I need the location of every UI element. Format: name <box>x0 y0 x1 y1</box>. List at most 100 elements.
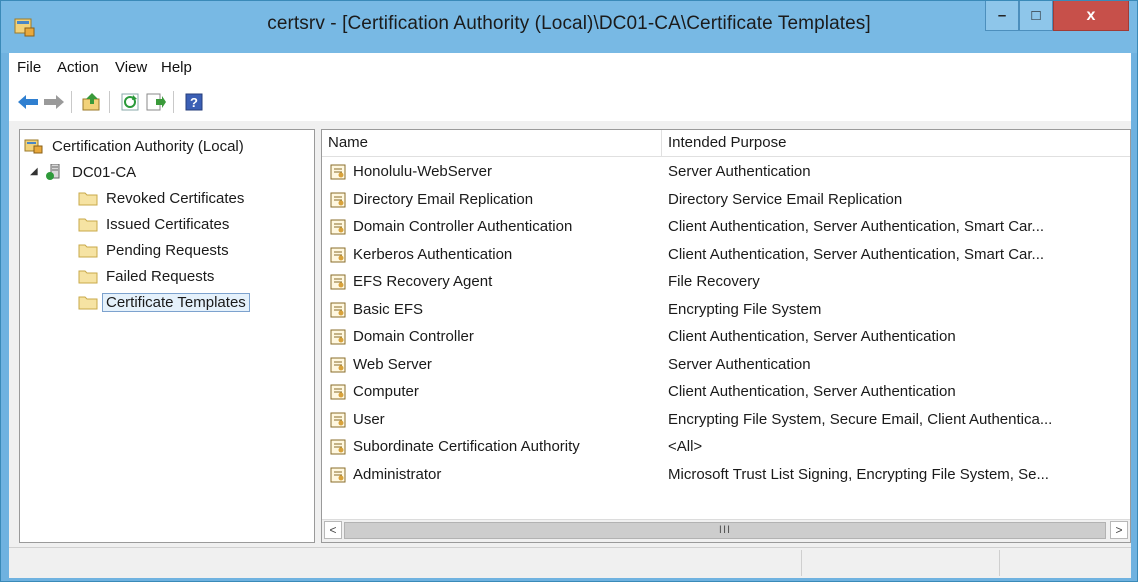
back-button[interactable] <box>17 91 39 113</box>
tree-item-label: Issued Certificates <box>106 215 230 233</box>
table-row[interactable]: Administrator Microsoft Trust List Signin… <box>322 461 1130 489</box>
scroll-thumb[interactable]: III <box>344 522 1106 539</box>
intended-purpose-cell: Directory Service Email Replication <box>668 190 903 208</box>
folder-icon <box>78 244 98 258</box>
tree-item-label: Revoked Certificates <box>106 189 245 207</box>
intended-purpose-cell: Server Authentication <box>668 163 811 180</box>
certificate-template-icon <box>330 329 346 345</box>
toolbar-separator <box>109 91 110 113</box>
template-name-cell: Computer <box>330 378 660 406</box>
template-name: Honolulu-WebServer <box>353 163 492 180</box>
tree-item-dc01-ca[interactable]: DC01-CA <box>44 160 140 184</box>
refresh-icon <box>121 93 139 111</box>
intended-purpose-cell: Client Authentication, Server Authentica… <box>668 218 1045 235</box>
console-tree: Certification Authority (Local) ◢ DC01-C… <box>19 129 315 543</box>
intended-purpose-cell: Client Authentication, Server Authentica… <box>668 328 956 345</box>
certificate-template-icon <box>330 384 346 400</box>
horizontal-scrollbar[interactable]: < III > <box>322 519 1130 542</box>
column-header-intended-purpose[interactable]: Intended Purpose <box>662 130 1130 156</box>
status-segment <box>801 550 998 576</box>
main-content: Certification Authority (Local) ◢ DC01-C… <box>9 121 1131 547</box>
chevron-left-icon: < <box>329 523 337 537</box>
table-row[interactable]: Domain Controller Client Authentication, … <box>322 323 1130 351</box>
toolbar-separator <box>71 91 72 113</box>
table-row[interactable]: Web Server Server Authentication <box>322 351 1130 379</box>
collapse-arrow-icon[interactable]: ◢ <box>30 166 38 177</box>
window-title: certsrv - [Certification Authority (Loca… <box>267 13 871 34</box>
table-row[interactable]: Computer Client Authentication, Server Au… <box>322 378 1130 406</box>
status-bar <box>9 547 1131 578</box>
menu-view[interactable]: View <box>115 59 147 76</box>
tree-item-pending-requests[interactable]: Pending Requests <box>78 238 233 262</box>
tree-item-label: DC01-CA <box>72 163 137 181</box>
tree-item-failed-requests[interactable]: Failed Requests <box>78 264 218 288</box>
certificate-template-icon <box>330 247 346 262</box>
close-button[interactable]: x <box>1053 1 1129 31</box>
menu-action[interactable]: Action <box>57 59 99 76</box>
table-row[interactable]: Kerberos Authentication Client Authentica… <box>322 241 1130 269</box>
template-name-cell: Honolulu-WebServer <box>330 158 660 186</box>
export-list-button[interactable] <box>145 91 167 113</box>
scroll-right-button[interactable]: > <box>1110 521 1128 539</box>
list-header: Name Intended Purpose <box>322 130 1130 157</box>
up-level-button[interactable] <box>81 91 103 113</box>
svg-text:?: ? <box>190 95 198 110</box>
table-row[interactable]: Subordinate Certification Authority <All> <box>322 433 1130 461</box>
folder-icon <box>78 218 98 232</box>
intended-purpose-cell: Encrypting File System, Secure Email, Cl… <box>668 410 1053 428</box>
intended-purpose-cell: <All> <box>668 438 703 455</box>
folder-icon <box>78 192 98 206</box>
maximize-button[interactable]: □ <box>1019 1 1053 31</box>
table-row[interactable]: Basic EFS Encrypting File System <box>322 296 1130 324</box>
forward-icon <box>44 95 64 109</box>
certificate-template-icon <box>330 302 346 317</box>
table-row[interactable]: User Encrypting File System, Secure Email… <box>322 406 1130 434</box>
toolbar-separator <box>173 91 174 113</box>
minimize-button[interactable]: – <box>985 1 1019 31</box>
tree-item-certificate-templates[interactable]: Certificate Templates <box>78 290 250 314</box>
column-header-name[interactable]: Name <box>322 130 662 156</box>
scroll-left-button[interactable]: < <box>324 521 342 539</box>
app-window: certsrv - [Certification Authority (Loca… <box>0 0 1138 582</box>
certification-authority-icon <box>24 139 43 154</box>
table-row[interactable]: Directory Email Replication Directory Ser… <box>322 186 1130 214</box>
tree-item-root[interactable]: Certification Authority (Local) <box>24 134 248 158</box>
template-name: Basic EFS <box>353 300 424 318</box>
tree-item-revoked-certificates[interactable]: Revoked Certificates <box>78 186 248 210</box>
grip-icon: III <box>718 524 732 536</box>
intended-purpose-cell: Client Authentication, Server Authentica… <box>668 383 956 400</box>
template-name: User <box>353 410 385 428</box>
template-name: Administrator <box>353 465 442 483</box>
certificate-template-icon <box>330 192 346 207</box>
forward-button[interactable] <box>43 91 65 113</box>
template-name: Domain Controller Authentication <box>353 218 573 235</box>
template-name: Subordinate Certification Authority <box>353 438 580 455</box>
template-name: EFS Recovery Agent <box>353 273 493 290</box>
certificate-template-icon <box>330 412 346 427</box>
template-name-cell: EFS Recovery Agent <box>330 268 660 296</box>
export-list-icon <box>146 93 166 111</box>
certificate-template-icon <box>330 164 346 180</box>
tree-item-label: Pending Requests <box>106 241 229 259</box>
table-row[interactable]: EFS Recovery Agent File Recovery <box>322 268 1130 296</box>
menu-help[interactable]: Help <box>161 59 192 76</box>
up-level-icon <box>82 93 100 111</box>
tree-item-issued-certificates[interactable]: Issued Certificates <box>78 212 233 236</box>
refresh-button[interactable] <box>119 91 141 113</box>
certificate-template-icon <box>330 357 346 372</box>
certificate-template-icon <box>330 467 346 482</box>
template-name-cell: Kerberos Authentication <box>330 241 660 269</box>
template-name-cell: Web Server <box>330 351 660 379</box>
help-button[interactable]: ? <box>183 91 205 113</box>
table-row[interactable]: Domain Controller Authentication Client A… <box>322 213 1130 241</box>
title-bar[interactable]: certsrv - [Certification Authority (Loca… <box>1 1 1137 53</box>
menu-bar: File Action View Help <box>9 53 1131 84</box>
table-row[interactable]: Honolulu-WebServer Server Authentication <box>322 158 1130 186</box>
menu-file[interactable]: File <box>17 59 41 76</box>
certificate-template-icon <box>330 274 346 290</box>
intended-purpose-cell: File Recovery <box>668 273 760 290</box>
template-name: Web Server <box>353 355 432 373</box>
template-name-cell: Subordinate Certification Authority <box>330 433 660 461</box>
chevron-right-icon: > <box>1115 523 1123 537</box>
minimize-icon: – <box>997 7 1007 24</box>
